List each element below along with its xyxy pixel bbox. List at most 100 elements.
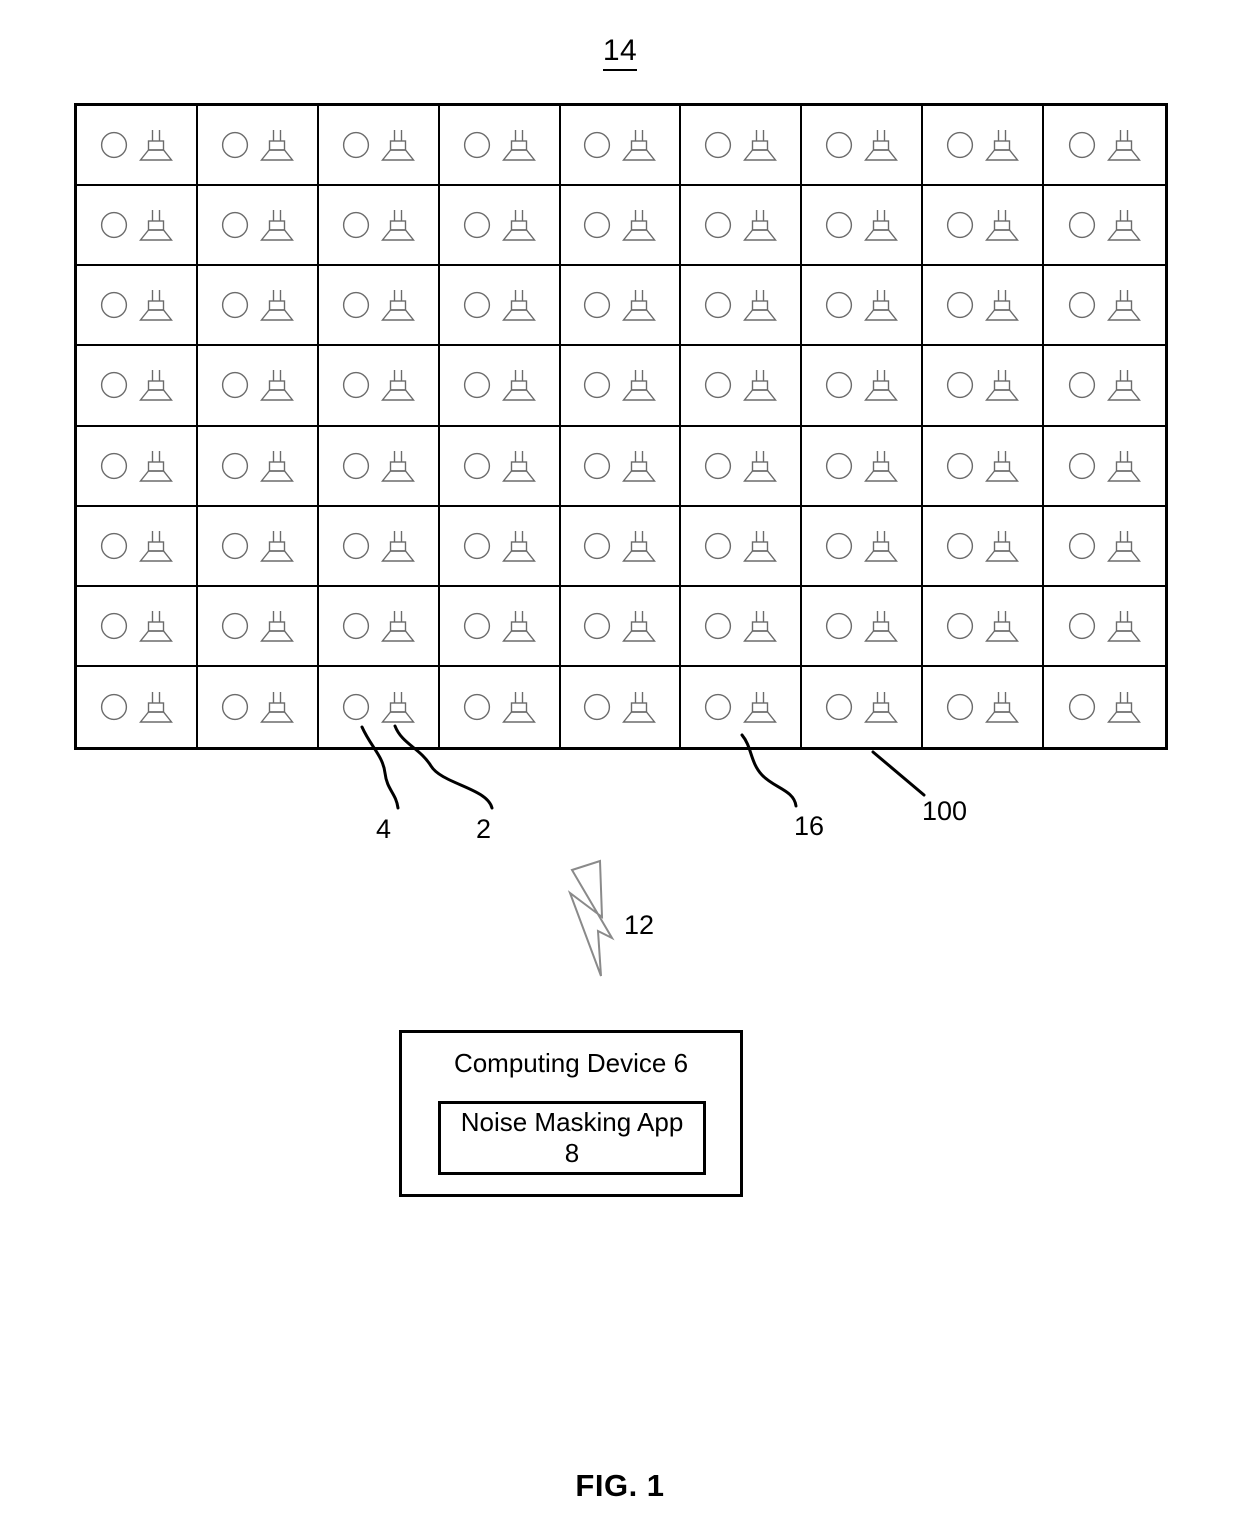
grid-cell[interactable] bbox=[197, 266, 319, 347]
grid-cell[interactable] bbox=[77, 506, 198, 587]
grid-cell[interactable] bbox=[681, 666, 803, 747]
loudspeaker-icon bbox=[622, 530, 657, 562]
grid-cell[interactable] bbox=[439, 106, 561, 187]
grid-cell[interactable] bbox=[439, 506, 561, 587]
grid-cell[interactable] bbox=[77, 346, 198, 427]
microphone-circle-icon bbox=[463, 612, 490, 639]
grid-cell[interactable] bbox=[923, 106, 1045, 187]
grid-cell[interactable] bbox=[318, 266, 440, 347]
grid-cell[interactable] bbox=[197, 106, 319, 187]
grid-cell[interactable] bbox=[197, 186, 319, 267]
grid-cell[interactable] bbox=[198, 666, 319, 747]
grid-cell[interactable] bbox=[802, 346, 924, 427]
grid-cell[interactable] bbox=[923, 186, 1045, 267]
microphone-circle-icon bbox=[947, 212, 974, 239]
grid-cell[interactable] bbox=[1044, 106, 1165, 187]
grid-cell[interactable] bbox=[1044, 427, 1165, 507]
loudspeaker-icon bbox=[1107, 610, 1142, 642]
grid-cell[interactable] bbox=[1044, 667, 1165, 747]
loudspeaker-icon bbox=[622, 290, 657, 322]
microphone-circle-icon bbox=[705, 612, 732, 639]
grid-cell[interactable] bbox=[318, 106, 440, 187]
grid-cell[interactable] bbox=[681, 586, 803, 667]
grid-cell[interactable] bbox=[560, 586, 682, 667]
grid-cell[interactable] bbox=[923, 506, 1045, 587]
grid-cell[interactable] bbox=[318, 346, 440, 427]
grid-cell[interactable] bbox=[923, 266, 1045, 347]
grid-cell[interactable] bbox=[77, 106, 198, 187]
grid-cell[interactable] bbox=[318, 186, 440, 267]
grid-cell[interactable] bbox=[1044, 266, 1165, 347]
grid-cell[interactable] bbox=[681, 346, 803, 427]
grid-cell[interactable] bbox=[560, 346, 682, 427]
microphone-circle-icon bbox=[705, 693, 732, 721]
grid-cell[interactable] bbox=[802, 586, 924, 667]
grid-cell[interactable] bbox=[681, 186, 803, 267]
grid-cell[interactable] bbox=[197, 506, 319, 587]
microphone-circle-icon bbox=[826, 131, 853, 159]
loudspeaker-icon bbox=[259, 691, 294, 723]
grid-cell[interactable] bbox=[923, 426, 1045, 507]
grid-cell[interactable] bbox=[439, 426, 561, 507]
grid-cell[interactable] bbox=[197, 586, 319, 667]
grid-cell[interactable] bbox=[1044, 507, 1165, 587]
microphone-circle-icon bbox=[947, 693, 974, 721]
grid-cell[interactable] bbox=[1044, 587, 1165, 667]
grid-cell[interactable] bbox=[923, 586, 1045, 667]
grid-cell[interactable] bbox=[318, 426, 440, 507]
grid-cell[interactable] bbox=[681, 426, 803, 507]
computing-device-label: Computing Device 6 bbox=[453, 1048, 689, 1078]
grid-cell[interactable] bbox=[802, 106, 924, 187]
grid-cell[interactable] bbox=[923, 346, 1045, 427]
microphone-circle-icon bbox=[221, 532, 248, 559]
grid-cell[interactable] bbox=[802, 266, 924, 347]
grid-cell[interactable] bbox=[681, 266, 803, 347]
loudspeaker-icon bbox=[985, 130, 1020, 161]
loudspeaker-icon bbox=[864, 370, 899, 402]
microphone-circle-icon bbox=[100, 693, 128, 721]
grid-cell[interactable] bbox=[318, 506, 440, 587]
grid-cell[interactable] bbox=[197, 346, 319, 427]
microphone-circle-icon bbox=[342, 693, 369, 721]
grid-cell[interactable] bbox=[77, 426, 198, 507]
grid-cell[interactable] bbox=[802, 186, 924, 267]
grid-cell[interactable] bbox=[439, 586, 561, 667]
grid-cell[interactable] bbox=[319, 666, 440, 747]
microphone-circle-icon bbox=[947, 532, 974, 559]
loudspeaker-icon bbox=[259, 370, 294, 402]
grid-cell[interactable] bbox=[197, 426, 319, 507]
grid-cell[interactable] bbox=[77, 586, 198, 667]
grid-cell[interactable] bbox=[439, 186, 561, 267]
callout-microphone: 4 bbox=[376, 814, 392, 844]
grid-cell[interactable] bbox=[77, 666, 198, 747]
grid-cell[interactable] bbox=[318, 586, 440, 667]
loudspeaker-icon bbox=[501, 610, 536, 642]
grid-cell[interactable] bbox=[923, 666, 1045, 747]
grid-cell[interactable] bbox=[1044, 186, 1165, 267]
grid-cell[interactable] bbox=[439, 266, 561, 347]
grid-cell[interactable] bbox=[681, 506, 803, 587]
grid-cell[interactable] bbox=[77, 266, 198, 347]
microphone-circle-icon bbox=[342, 292, 369, 319]
grid-cell[interactable] bbox=[802, 426, 924, 507]
loudspeaker-icon bbox=[622, 370, 657, 402]
grid-cell[interactable] bbox=[560, 426, 682, 507]
grid-cell[interactable] bbox=[560, 506, 682, 587]
microphone-circle-icon bbox=[463, 212, 490, 239]
loudspeaker-icon bbox=[138, 210, 173, 241]
grid-cell[interactable] bbox=[802, 506, 924, 587]
grid-cell[interactable] bbox=[560, 266, 682, 347]
grid-cell[interactable] bbox=[1044, 346, 1165, 427]
grid-cell[interactable] bbox=[439, 346, 561, 427]
grid-cell[interactable] bbox=[77, 186, 198, 267]
loudspeaker-icon bbox=[864, 290, 899, 322]
grid-cell[interactable] bbox=[440, 666, 561, 747]
grid-cell[interactable] bbox=[561, 666, 682, 747]
grid-cell[interactable] bbox=[681, 106, 803, 187]
grid-cell[interactable] bbox=[802, 666, 924, 747]
loudspeaker-icon bbox=[864, 610, 899, 642]
loudspeaker-icon bbox=[501, 370, 536, 402]
microphone-circle-icon bbox=[584, 131, 611, 159]
grid-cell[interactable] bbox=[560, 186, 682, 267]
grid-cell[interactable] bbox=[560, 106, 682, 187]
